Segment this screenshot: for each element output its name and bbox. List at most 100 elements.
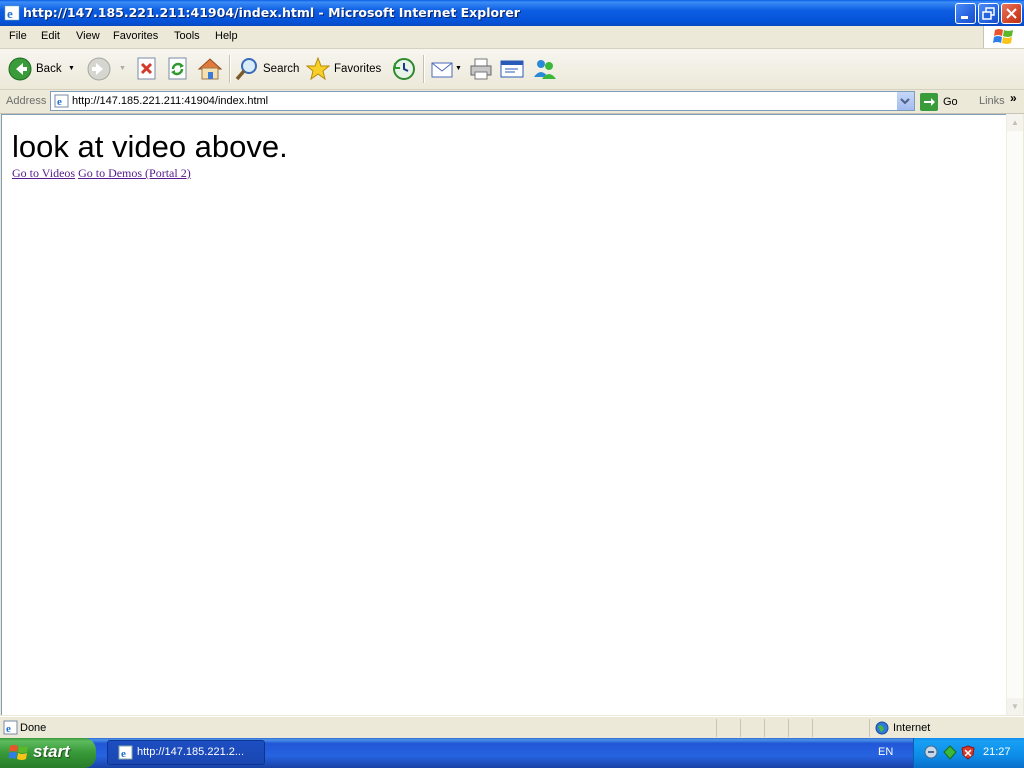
search-label: Search <box>263 63 300 75</box>
menu-file[interactable]: File <box>9 30 27 42</box>
link-go-to-demos[interactable]: Go to Demos (Portal 2) <box>78 166 191 180</box>
mail-dropdown-icon[interactable]: ▼ <box>455 65 462 72</box>
restore-icon <box>982 7 995 20</box>
globe-icon <box>875 721 889 735</box>
forward-arrow-icon <box>87 57 111 81</box>
links-toolbar[interactable]: Links <box>979 95 1005 107</box>
close-icon <box>1006 8 1017 19</box>
page-content: look at video above. Go to Videos Go to … <box>1 114 1006 715</box>
messenger-button[interactable] <box>532 53 558 85</box>
system-tray: 21:27 <box>913 738 1024 768</box>
scroll-down-icon[interactable]: ▼ <box>1007 698 1023 715</box>
messenger-icon <box>534 60 556 79</box>
search-icon <box>235 58 257 81</box>
print-icon <box>470 58 492 80</box>
clock: 21:27 <box>983 746 1011 758</box>
back-dropdown-icon[interactable]: ▼ <box>68 65 75 72</box>
page-links: Go to Videos Go to Demos (Portal 2) <box>12 166 191 181</box>
toolbar-separator <box>229 55 231 83</box>
taskbar-window-title: http://147.185.221.2... <box>137 746 245 758</box>
status-pane <box>788 719 789 737</box>
menu-edit[interactable]: Edit <box>41 30 60 42</box>
address-bar: Address e http://147.185.221.211:41904/i… <box>0 90 1024 114</box>
vertical-scrollbar[interactable]: ▲ ▼ <box>1006 114 1023 715</box>
page-heading: look at video above. <box>12 129 288 164</box>
windows-flag-icon <box>9 745 28 760</box>
svg-text:e: e <box>7 6 13 21</box>
mail-button[interactable] <box>430 53 454 85</box>
svg-text:e: e <box>6 723 11 735</box>
chevron-down-icon <box>900 98 910 105</box>
forward-button[interactable] <box>87 53 111 85</box>
menu-bar: File Edit View Favorites Tools Help <box>0 26 1024 49</box>
edit-icon <box>500 60 524 78</box>
home-button[interactable] <box>197 53 223 85</box>
ie-logo-icon: e <box>118 745 133 760</box>
toolbar-separator <box>423 55 425 83</box>
go-button[interactable]: Go <box>920 92 958 111</box>
back-arrow-icon <box>8 57 32 81</box>
search-button[interactable]: Search <box>235 53 299 85</box>
minimize-button[interactable] <box>955 3 976 24</box>
mail-icon <box>431 62 453 78</box>
ie-logo-icon: e <box>4 5 20 21</box>
scroll-up-icon[interactable]: ▲ <box>1007 114 1023 131</box>
windows-logo <box>983 26 1024 48</box>
svg-text:e: e <box>121 748 126 760</box>
refresh-button[interactable] <box>167 53 189 85</box>
taskbar-window-button[interactable]: e http://147.185.221.2... <box>107 740 265 765</box>
stop-button[interactable] <box>136 53 158 85</box>
link-go-to-videos[interactable]: Go to Videos <box>12 166 75 180</box>
start-label: start <box>33 742 70 761</box>
edit-button[interactable] <box>500 53 526 85</box>
page-done-icon: e <box>3 720 18 735</box>
status-pane <box>764 719 765 737</box>
forward-dropdown-icon[interactable]: ▼ <box>119 65 126 72</box>
address-input[interactable]: e http://147.185.221.211:41904/index.htm… <box>50 91 915 111</box>
title-bar[interactable]: e http://147.185.221.211:41904/index.htm… <box>0 0 1024 26</box>
menu-tools[interactable]: Tools <box>174 30 200 42</box>
address-label: Address <box>6 95 47 107</box>
history-icon <box>393 58 415 80</box>
links-chevron-icon[interactable]: » <box>1010 91 1017 105</box>
address-dropdown-button[interactable] <box>896 92 914 110</box>
favorites-star-icon <box>306 57 330 81</box>
status-pane <box>740 719 741 737</box>
go-label: Go <box>943 95 958 108</box>
tray-network-icon[interactable] <box>924 745 938 760</box>
zone-text: Internet <box>893 722 931 734</box>
menu-favorites[interactable]: Favorites <box>113 30 158 42</box>
status-pane <box>812 719 813 737</box>
svg-text:e: e <box>57 96 62 108</box>
page-icon: e <box>54 94 69 108</box>
ie-window: e http://147.185.221.211:41904/index.htm… <box>0 0 1024 739</box>
minimize-icon <box>961 16 968 19</box>
language-indicator[interactable]: EN <box>878 746 893 758</box>
refresh-icon <box>168 57 187 80</box>
history-button[interactable] <box>392 53 416 85</box>
favorites-label: Favorites <box>334 63 382 75</box>
status-text: Done <box>20 722 47 734</box>
menu-help[interactable]: Help <box>215 30 238 42</box>
window-title: http://147.185.221.211:41904/index.html … <box>23 5 520 20</box>
tray-security-shield-icon[interactable] <box>961 745 975 760</box>
windows-flag-icon <box>993 29 1013 44</box>
back-button[interactable]: Back <box>8 53 62 85</box>
tray-update-icon[interactable] <box>943 745 957 760</box>
stop-icon <box>137 57 156 80</box>
standard-toolbar: Back ▼ ▼ Search Favorites ▼ <box>0 49 1024 90</box>
address-url: http://147.185.221.211:41904/index.html <box>72 95 269 107</box>
status-pane <box>716 719 717 737</box>
back-label: Back <box>36 63 62 75</box>
go-arrow-icon <box>920 92 938 111</box>
maximize-button[interactable] <box>978 3 999 24</box>
favorites-button[interactable]: Favorites <box>306 53 381 85</box>
home-icon <box>197 58 223 80</box>
taskbar: start e http://147.185.221.2... EN 21:27 <box>0 738 1024 768</box>
start-button[interactable]: start <box>0 738 96 768</box>
status-bar: e Done Internet <box>0 716 1024 739</box>
menu-view[interactable]: View <box>76 30 100 42</box>
status-pane <box>869 719 870 737</box>
print-button[interactable] <box>469 53 493 85</box>
close-button[interactable] <box>1001 3 1022 24</box>
